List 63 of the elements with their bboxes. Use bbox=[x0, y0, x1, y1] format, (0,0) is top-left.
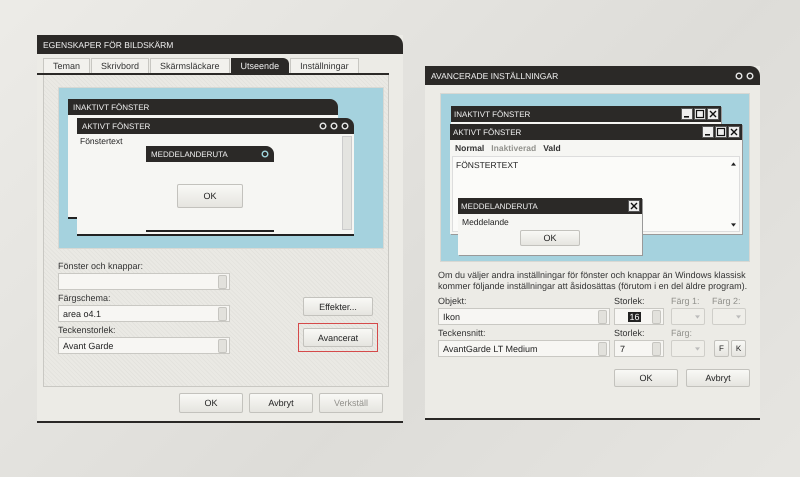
field-label: Storlek: bbox=[614, 296, 646, 306]
tab[interactable]: Utseende bbox=[230, 58, 290, 73]
field-label: Färg 2: bbox=[712, 296, 742, 306]
window-title: EGENSKAPER FÖR BILDSKÄRM bbox=[43, 40, 174, 50]
maximize-icon[interactable] bbox=[694, 108, 706, 120]
dialog-button[interactable]: Avancerat bbox=[303, 328, 373, 347]
field-label: Färgschema: bbox=[58, 293, 112, 303]
field-label: Storlek: bbox=[614, 328, 646, 338]
maximize-icon[interactable] bbox=[715, 126, 727, 138]
menu-item[interactable]: Normal bbox=[455, 143, 484, 153]
caret-icon bbox=[695, 346, 700, 350]
style-button[interactable]: F bbox=[714, 340, 729, 357]
color-picker-button[interactable] bbox=[712, 308, 746, 325]
window-text: Fönstertext bbox=[80, 136, 123, 146]
color-picker-button[interactable] bbox=[671, 308, 705, 325]
field-label: Objekt: bbox=[438, 296, 468, 306]
scroll-down-icon[interactable] bbox=[730, 223, 736, 227]
window-title: AVANCERADE INSTÄLLNINGAR bbox=[431, 70, 558, 80]
circle-button-icon[interactable] bbox=[261, 150, 269, 158]
window-title: AKTIVT FÖNSTER bbox=[82, 122, 150, 130]
dropdown[interactable]: AvantGarde LT Medium bbox=[438, 340, 610, 357]
window-title: INAKTIVT FÖNSTER bbox=[68, 99, 338, 115]
window-title: MEDDELANDERUTA bbox=[151, 150, 228, 158]
caret-icon bbox=[695, 314, 700, 318]
style-button[interactable]: K bbox=[731, 340, 746, 357]
caret-icon bbox=[736, 314, 741, 318]
dialog-button[interactable]: OK bbox=[614, 369, 678, 387]
field-label: Fönster och knappar: bbox=[58, 261, 144, 271]
dropdown[interactable]: area o4.1 bbox=[58, 305, 230, 322]
minimize-icon[interactable] bbox=[681, 108, 693, 120]
field-label: Teckenstorlek: bbox=[58, 325, 117, 335]
dialog-button[interactable]: Effekter... bbox=[303, 297, 373, 316]
dialog-button[interactable]: OK bbox=[179, 393, 243, 413]
dialog-button[interactable]: Avbryt bbox=[249, 393, 313, 413]
minimize-icon[interactable] bbox=[702, 126, 714, 138]
tab[interactable]: Skärmsläckare bbox=[150, 58, 230, 73]
scrollbar[interactable] bbox=[729, 160, 737, 229]
spin-field[interactable]: 16 bbox=[614, 308, 664, 325]
ok-button[interactable]: OK bbox=[177, 184, 243, 208]
scrollbar[interactable] bbox=[342, 136, 352, 230]
message-text: Meddelande bbox=[461, 216, 510, 229]
scroll-up-icon[interactable] bbox=[730, 162, 736, 166]
color-picker-button[interactable] bbox=[671, 340, 705, 357]
info-text: Om du väljer andra inställningar för fönster och knappar än Windows klassisk kommer följande inställningar att åsidosättas (förutom i en del äldre program). bbox=[438, 270, 748, 291]
close-icon[interactable] bbox=[728, 126, 740, 138]
window-title: AKTIVT FÖNSTER bbox=[453, 128, 522, 136]
menu-item[interactable]: Vald bbox=[543, 143, 561, 153]
window-text: FÖNSTERTEXT bbox=[456, 160, 518, 170]
window-title: MEDDELANDERUTA bbox=[461, 202, 538, 210]
close-icon[interactable] bbox=[707, 108, 719, 120]
field-label: Teckensnitt: bbox=[438, 328, 487, 338]
tab[interactable]: Teman bbox=[43, 58, 90, 73]
close-icon[interactable] bbox=[628, 200, 640, 212]
tab[interactable]: Inställningar bbox=[290, 58, 359, 73]
dropdown[interactable]: 7 bbox=[614, 340, 664, 357]
tab[interactable]: Skrivbord bbox=[91, 58, 150, 73]
field-label: Färg: bbox=[671, 328, 694, 338]
dropdown[interactable]: Avant Garde bbox=[58, 337, 230, 354]
dropdown[interactable]: Ikon bbox=[438, 308, 610, 325]
window-title: INAKTIVT FÖNSTER bbox=[454, 110, 530, 118]
ok-button[interactable]: OK bbox=[520, 230, 580, 246]
field-label: Färg 1: bbox=[671, 296, 701, 306]
dialog-button[interactable]: Avbryt bbox=[686, 369, 750, 387]
